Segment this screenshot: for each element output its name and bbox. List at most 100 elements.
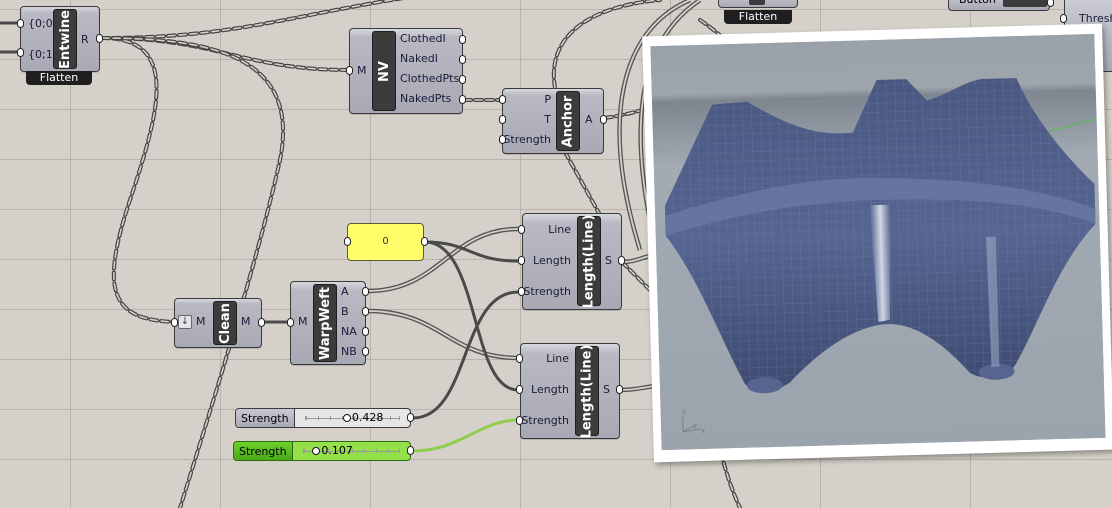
nv-output-nakedpts: NakedPts [400,92,452,105]
panel-output-grip[interactable] [421,237,428,246]
length1-input-length: Length [533,254,571,267]
top-component-nick [749,0,765,5]
entwine-output-grip[interactable] [96,34,103,43]
nv-output-grip-3[interactable] [459,95,466,104]
slider1-value: 0.428 [351,411,384,424]
nv-input-m: M [357,64,367,77]
anchor-output-grip[interactable] [600,115,607,124]
panel-input-grip[interactable] [344,237,351,246]
warpweft-output-grip-nb[interactable] [362,347,369,356]
entwine-component[interactable]: {0;0} {0;1} Entwine R [20,6,100,72]
nv-output-grip-1[interactable] [459,55,466,64]
anchor-input-p: P [544,93,551,106]
arrow-down-icon[interactable]: ↓ [178,315,192,329]
nv-nickname: NV [372,31,396,111]
top-flatten-badge: Flatten [724,10,792,24]
button-face[interactable] [1003,0,1047,7]
axis-label-z: z [683,407,687,415]
anchor-input-grip-p[interactable] [499,95,506,104]
strength-slider-1[interactable]: Strength 0.428 [235,408,411,428]
button-label: Button [959,0,996,6]
clean-nickname: Clean [213,301,237,345]
clean-output-grip[interactable] [258,318,265,327]
top-component-partial[interactable] [718,0,798,8]
entwine-output-r: R [81,33,89,46]
nv-output-nakedi: NakedI [400,52,438,65]
clean-input-grip[interactable] [171,318,178,327]
length2-output-grip[interactable] [616,385,623,394]
slider2-track[interactable]: 0.107 [293,442,410,460]
anchor-input-strength: Strength [503,133,551,146]
length2-output-s: S [603,383,610,396]
length-line-component-1[interactable]: Line Length Strength Length(Line) S [522,213,622,310]
length-line-component-2[interactable]: Line Length Strength Length(Line) S [520,343,620,439]
nv-output-grip-0[interactable] [459,35,466,44]
wire-warpweft-b-to-line2 [367,308,519,361]
button-output-grip[interactable] [1047,0,1054,7]
slider1-output-grip[interactable] [407,413,414,422]
length2-input-strength: Strength [521,414,569,427]
length1-output-s: S [605,254,612,267]
length2-nickname: Length(Line) [575,344,599,438]
warpweft-output-nb: NB [341,345,357,358]
top-right-input-grip[interactable] [1060,14,1067,23]
axis-label-x: x [701,427,705,435]
entwine-flatten-badge: Flatten [26,71,92,85]
wire-slider2-to-strength2 [412,418,519,453]
wire-anchor-to-length [563,150,602,217]
length1-input-line: Line [548,223,571,236]
slider1-handle[interactable] [342,414,351,422]
wire-length1-s-out [621,253,651,265]
wire-entwine-to-clean [100,36,177,324]
anchor-input-grip-strength[interactable] [499,135,506,144]
slider2-output-grip[interactable] [407,446,414,455]
anchor-component[interactable]: P T Strength Anchor A [502,88,604,154]
panel-value: 0 [382,236,389,247]
anchor-nickname: Anchor [556,91,580,151]
warpweft-output-b: B [341,305,349,318]
slider2-value: 0.107 [321,444,353,457]
entwine-input-grip-0[interactable] [17,19,24,28]
length2-input-grip-strength[interactable] [516,416,523,425]
warpweft-output-grip-na[interactable] [362,327,369,336]
slider1-track[interactable]: 0.428 [295,409,410,427]
slider2-handle[interactable] [312,447,321,455]
warpweft-output-grip-a[interactable] [362,287,369,296]
rhino-preview-photo: z y x [642,23,1112,463]
warpweft-input-grip[interactable] [287,318,294,327]
rhino-viewport: z y x [650,33,1106,451]
clean-input-m: M [196,315,206,328]
warpweft-nickname: WarpWeft [313,284,337,362]
slider2-label: Strength [234,442,293,460]
clean-component[interactable]: ↓ M Clean M [174,298,262,348]
warpweft-component[interactable]: M WarpWeft A B NA NB [290,281,366,365]
length2-input-grip-line[interactable] [516,354,523,363]
nv-output-clothedpts: ClothedPts [400,72,460,85]
axis-label-y: y [693,421,697,429]
length1-input-grip-line[interactable] [518,225,525,234]
warpweft-output-grip-b[interactable] [362,307,369,316]
warpweft-output-na: NA [341,325,357,338]
wire-entwine-to-down [100,36,286,508]
length1-nickname: Length(Line) [577,214,601,308]
number-panel[interactable]: 0 [347,223,424,261]
length2-input-length: Length [531,383,569,396]
nv-component[interactable]: M NV ClothedI NakedI ClothedPts NakedPts [349,28,463,114]
nv-output-grip-2[interactable] [459,75,466,84]
wire-length2-s-out [619,383,656,393]
nv-input-grip[interactable] [346,66,353,75]
length1-output-grip[interactable] [618,256,625,265]
length1-input-grip-strength[interactable] [518,287,525,296]
length2-input-line: Line [546,352,569,365]
button-component[interactable]: Button [948,0,1050,11]
length1-input-grip-length[interactable] [518,256,525,265]
entwine-input-grip-1[interactable] [17,48,24,57]
length2-input-grip-length[interactable] [516,385,523,394]
clean-output-m: M [241,315,251,328]
strength-slider-2[interactable]: Strength 0.107 [233,441,411,461]
nv-output-clothedi: ClothedI [400,32,446,45]
entwine-nickname: Entwine [53,9,77,69]
anchor-output-a: A [585,113,593,126]
slider1-label: Strength [236,409,295,427]
anchor-input-grip-t[interactable] [499,115,506,124]
